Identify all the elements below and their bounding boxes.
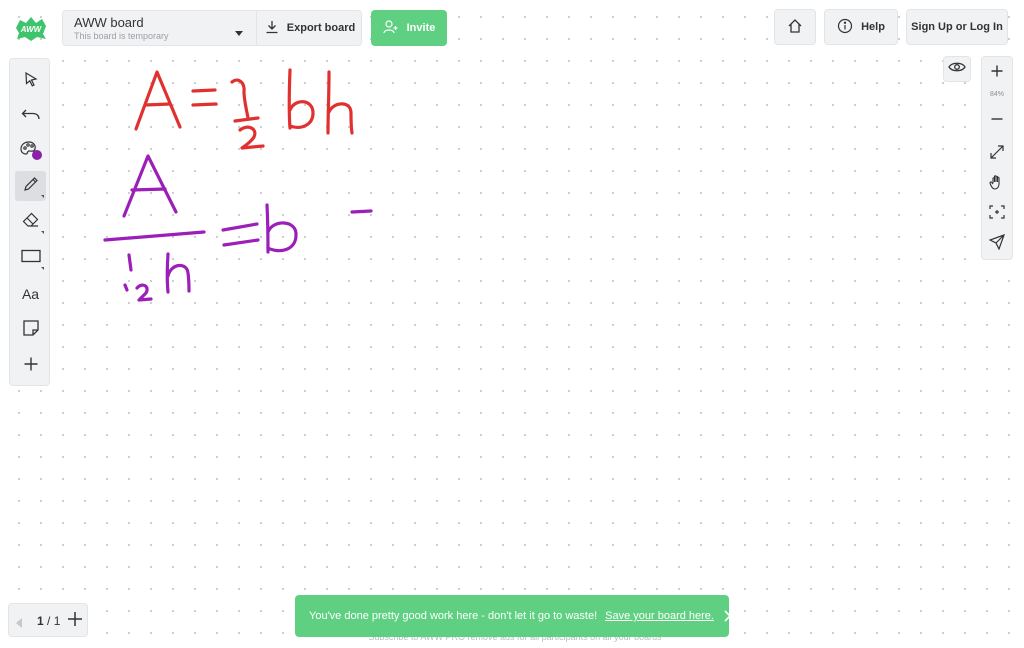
close-icon[interactable] xyxy=(724,610,736,622)
whiteboard-canvas[interactable] xyxy=(0,0,1024,648)
equation-1-strokes xyxy=(134,68,354,150)
equation-2-strokes xyxy=(103,154,373,302)
toast-message: You've done pretty good work here - don'… xyxy=(309,610,598,622)
save-board-toast: You've done pretty good work here - don'… xyxy=(295,595,736,637)
save-board-link[interactable]: Save your board here. xyxy=(605,610,714,622)
